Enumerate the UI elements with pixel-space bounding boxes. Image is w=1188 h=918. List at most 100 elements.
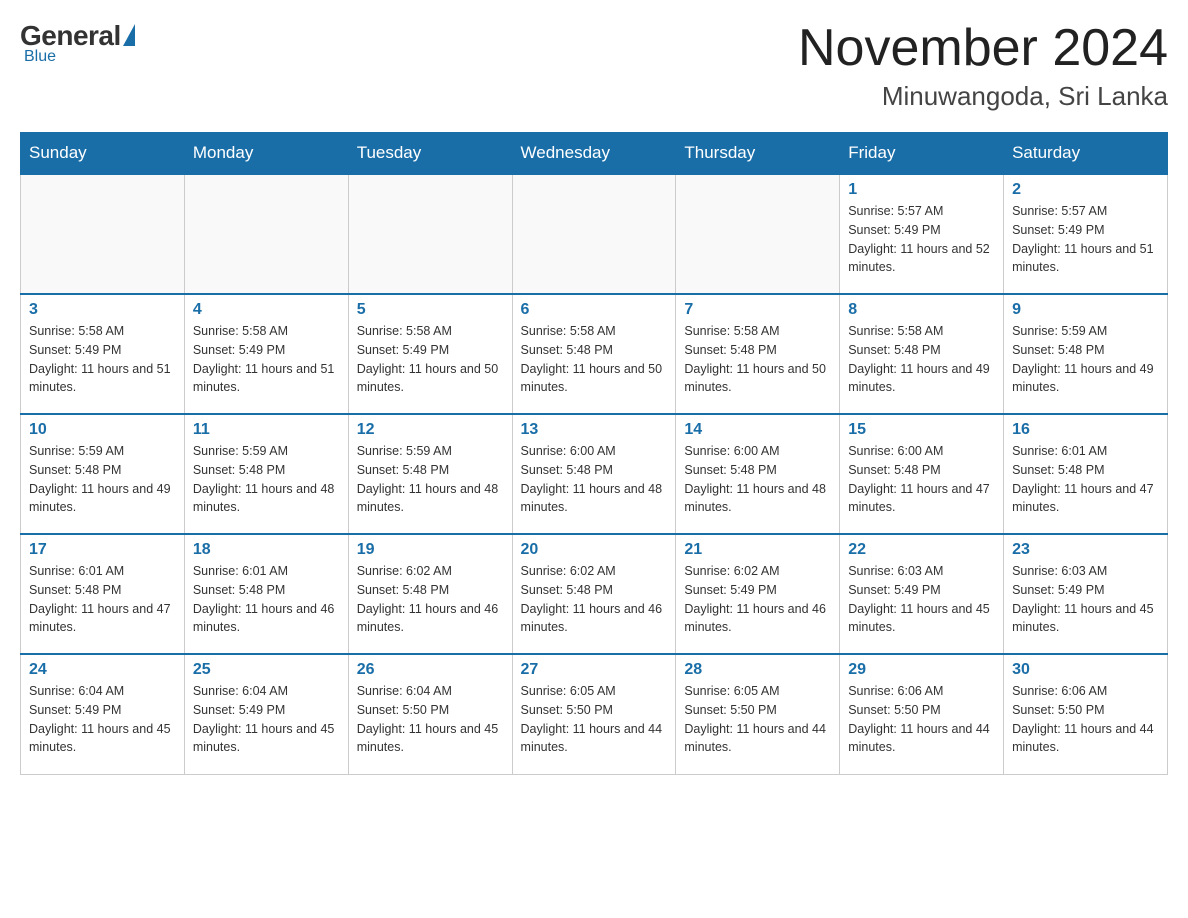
day-cell: 24Sunrise: 6:04 AM Sunset: 5:49 PM Dayli… (21, 654, 185, 774)
day-cell: 4 Sunrise: 5:58 AM Sunset: 5:49 PM Daylig… (184, 294, 348, 414)
day-cell: 9Sunrise: 5:59 AM Sunset: 5:48 PM Daylig… (1004, 294, 1168, 414)
day-info: Sunrise: 5:58 AM Sunset: 5:48 PM Dayligh… (684, 322, 831, 397)
day-cell: 14Sunrise: 6:00 AM Sunset: 5:48 PM Dayli… (676, 414, 840, 534)
header-thursday: Thursday (676, 133, 840, 175)
day-cell: 1 Sunrise: 5:57 AM Sunset: 5:49 PM Daylig… (840, 174, 1004, 294)
title-area: November 2024 Minuwangoda, Sri Lanka (798, 20, 1168, 112)
day-info: Sunrise: 6:02 AM Sunset: 5:49 PM Dayligh… (684, 562, 831, 637)
day-number: 30 (1012, 661, 1159, 679)
day-cell: 23Sunrise: 6:03 AM Sunset: 5:49 PM Dayli… (1004, 534, 1168, 654)
logo-blue-text: Blue (24, 48, 56, 66)
day-cell: 28 Sunrise: 6:05 AM Sunset: 5:50 PM Dayli… (676, 654, 840, 774)
day-number: 12 (357, 421, 504, 439)
day-number: 13 (521, 421, 668, 439)
day-info: Sunrise: 6:02 AM Sunset: 5:48 PM Dayligh… (521, 562, 668, 637)
day-number: 22 (848, 541, 995, 559)
day-number: 26 (357, 661, 504, 679)
day-info: Sunrise: 6:04 AM Sunset: 5:50 PM Dayligh… (357, 682, 504, 757)
logo-triangle-icon (123, 24, 135, 46)
day-cell: 26 Sunrise: 6:04 AM Sunset: 5:50 PM Dayli… (348, 654, 512, 774)
day-number: 20 (521, 541, 668, 559)
day-info: Sunrise: 6:05 AM Sunset: 5:50 PM Dayligh… (684, 682, 831, 757)
day-cell: 27 Sunrise: 6:05 AM Sunset: 5:50 PM Dayli… (512, 654, 676, 774)
day-info: Sunrise: 6:06 AM Sunset: 5:50 PM Dayligh… (848, 682, 995, 757)
week-row-1: 1 Sunrise: 5:57 AM Sunset: 5:49 PM Daylig… (21, 174, 1168, 294)
day-info: Sunrise: 6:00 AM Sunset: 5:48 PM Dayligh… (848, 442, 995, 517)
day-info: Sunrise: 5:57 AM Sunset: 5:49 PM Dayligh… (1012, 202, 1159, 277)
day-cell: 8 Sunrise: 5:58 AM Sunset: 5:48 PM Daylig… (840, 294, 1004, 414)
day-info: Sunrise: 6:04 AM Sunset: 5:49 PM Dayligh… (193, 682, 340, 757)
day-number: 5 (357, 301, 504, 319)
day-cell: 17Sunrise: 6:01 AM Sunset: 5:48 PM Dayli… (21, 534, 185, 654)
day-number: 29 (848, 661, 995, 679)
day-cell: 6 Sunrise: 5:58 AM Sunset: 5:48 PM Daylig… (512, 294, 676, 414)
day-cell: 13 Sunrise: 6:00 AM Sunset: 5:48 PM Dayli… (512, 414, 676, 534)
day-info: Sunrise: 5:58 AM Sunset: 5:49 PM Dayligh… (193, 322, 340, 397)
weekday-header-row: Sunday Monday Tuesday Wednesday Thursday… (21, 133, 1168, 175)
day-info: Sunrise: 6:01 AM Sunset: 5:48 PM Dayligh… (29, 562, 176, 637)
day-number: 21 (684, 541, 831, 559)
calendar-table: Sunday Monday Tuesday Wednesday Thursday… (20, 132, 1168, 775)
day-cell (21, 174, 185, 294)
day-cell: 19 Sunrise: 6:02 AM Sunset: 5:48 PM Dayli… (348, 534, 512, 654)
day-number: 1 (848, 181, 995, 199)
day-info: Sunrise: 5:58 AM Sunset: 5:49 PM Dayligh… (29, 322, 176, 397)
day-info: Sunrise: 6:02 AM Sunset: 5:48 PM Dayligh… (357, 562, 504, 637)
day-cell: 15 Sunrise: 6:00 AM Sunset: 5:48 PM Dayli… (840, 414, 1004, 534)
day-cell: 29 Sunrise: 6:06 AM Sunset: 5:50 PM Dayli… (840, 654, 1004, 774)
day-number: 15 (848, 421, 995, 439)
day-cell (676, 174, 840, 294)
day-info: Sunrise: 5:59 AM Sunset: 5:48 PM Dayligh… (29, 442, 176, 517)
day-info: Sunrise: 5:59 AM Sunset: 5:48 PM Dayligh… (357, 442, 504, 517)
day-number: 8 (848, 301, 995, 319)
day-cell: 20 Sunrise: 6:02 AM Sunset: 5:48 PM Dayli… (512, 534, 676, 654)
day-number: 3 (29, 301, 176, 319)
day-info: Sunrise: 6:05 AM Sunset: 5:50 PM Dayligh… (521, 682, 668, 757)
day-cell: 10 Sunrise: 5:59 AM Sunset: 5:48 PM Dayli… (21, 414, 185, 534)
day-number: 27 (521, 661, 668, 679)
day-number: 10 (29, 421, 176, 439)
day-number: 28 (684, 661, 831, 679)
day-cell (512, 174, 676, 294)
day-info: Sunrise: 6:01 AM Sunset: 5:48 PM Dayligh… (1012, 442, 1159, 517)
header-saturday: Saturday (1004, 133, 1168, 175)
day-cell: 18 Sunrise: 6:01 AM Sunset: 5:48 PM Dayli… (184, 534, 348, 654)
day-cell: 30 Sunrise: 6:06 AM Sunset: 5:50 PM Dayli… (1004, 654, 1168, 774)
header-monday: Monday (184, 133, 348, 175)
day-info: Sunrise: 6:01 AM Sunset: 5:48 PM Dayligh… (193, 562, 340, 637)
day-info: Sunrise: 6:06 AM Sunset: 5:50 PM Dayligh… (1012, 682, 1159, 757)
day-info: Sunrise: 5:58 AM Sunset: 5:48 PM Dayligh… (521, 322, 668, 397)
page-header: General Blue November 2024 Minuwangoda, … (20, 20, 1168, 112)
day-info: Sunrise: 6:03 AM Sunset: 5:49 PM Dayligh… (848, 562, 995, 637)
day-cell: 16 Sunrise: 6:01 AM Sunset: 5:48 PM Dayli… (1004, 414, 1168, 534)
day-cell: 11Sunrise: 5:59 AM Sunset: 5:48 PM Dayli… (184, 414, 348, 534)
month-title: November 2024 (798, 20, 1168, 77)
day-number: 19 (357, 541, 504, 559)
day-cell (348, 174, 512, 294)
day-number: 7 (684, 301, 831, 319)
day-info: Sunrise: 5:58 AM Sunset: 5:49 PM Dayligh… (357, 322, 504, 397)
day-cell: 3 Sunrise: 5:58 AM Sunset: 5:49 PM Daylig… (21, 294, 185, 414)
day-number: 25 (193, 661, 340, 679)
day-info: Sunrise: 5:58 AM Sunset: 5:48 PM Dayligh… (848, 322, 995, 397)
day-number: 6 (521, 301, 668, 319)
day-number: 23 (1012, 541, 1159, 559)
header-wednesday: Wednesday (512, 133, 676, 175)
day-number: 9 (1012, 301, 1159, 319)
day-number: 16 (1012, 421, 1159, 439)
day-cell: 21 Sunrise: 6:02 AM Sunset: 5:49 PM Dayli… (676, 534, 840, 654)
day-cell (184, 174, 348, 294)
day-cell: 22 Sunrise: 6:03 AM Sunset: 5:49 PM Dayli… (840, 534, 1004, 654)
location-title: Minuwangoda, Sri Lanka (798, 81, 1168, 112)
week-row-3: 10 Sunrise: 5:59 AM Sunset: 5:48 PM Dayli… (21, 414, 1168, 534)
day-info: Sunrise: 6:00 AM Sunset: 5:48 PM Dayligh… (521, 442, 668, 517)
day-cell: 7 Sunrise: 5:58 AM Sunset: 5:48 PM Daylig… (676, 294, 840, 414)
day-number: 2 (1012, 181, 1159, 199)
day-cell: 12 Sunrise: 5:59 AM Sunset: 5:48 PM Dayli… (348, 414, 512, 534)
day-number: 4 (193, 301, 340, 319)
week-row-4: 17Sunrise: 6:01 AM Sunset: 5:48 PM Dayli… (21, 534, 1168, 654)
day-number: 18 (193, 541, 340, 559)
week-row-5: 24Sunrise: 6:04 AM Sunset: 5:49 PM Dayli… (21, 654, 1168, 774)
day-info: Sunrise: 5:57 AM Sunset: 5:49 PM Dayligh… (848, 202, 995, 277)
day-cell: 25 Sunrise: 6:04 AM Sunset: 5:49 PM Dayli… (184, 654, 348, 774)
